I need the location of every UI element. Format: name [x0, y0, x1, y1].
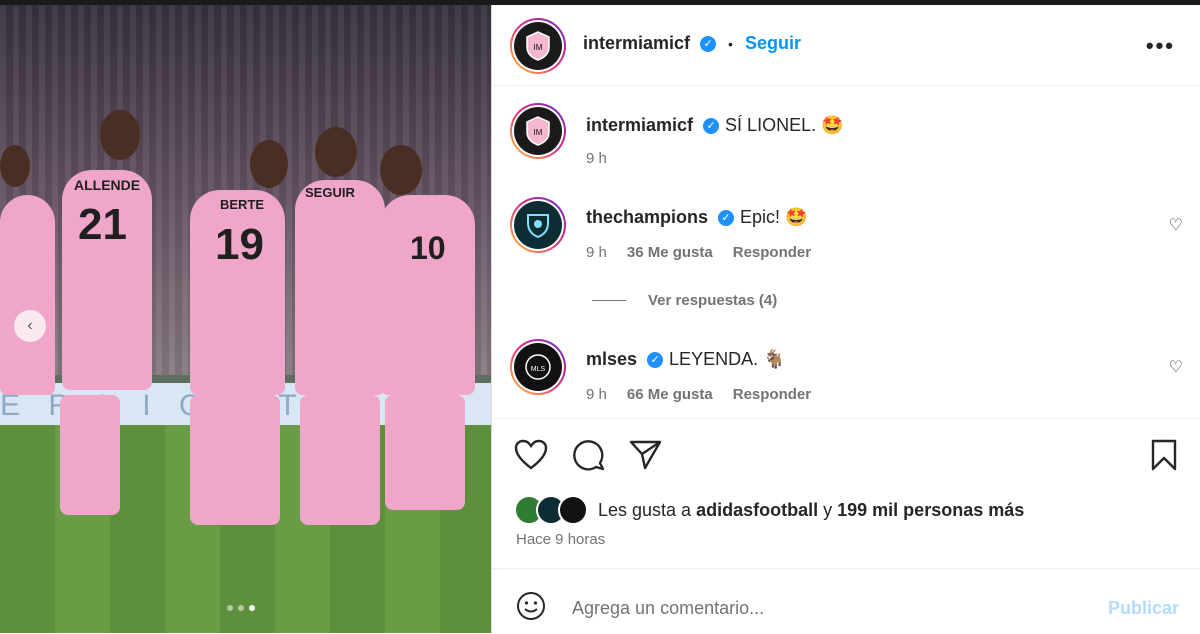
verified-badge-icon: ✓ — [718, 209, 735, 226]
caption-time: 9 h — [586, 150, 607, 167]
avatar[interactable] — [510, 197, 566, 253]
reply-button[interactable]: Responder — [733, 386, 811, 403]
carousel-dots — [227, 605, 255, 611]
more-options-icon[interactable]: ••• — [1146, 33, 1175, 59]
verified-badge-icon: ✓ — [700, 35, 717, 52]
carousel-dot — [227, 605, 233, 611]
comment-time: 9 h — [586, 244, 607, 261]
likes-count[interactable]: 199 mil personas más — [837, 500, 1024, 520]
chevron-left-icon: ‹ — [27, 317, 33, 334]
post-panel: IM intermiamicf ✓ • Seguir ••• IM interm… — [491, 5, 1200, 633]
jersey-name: SEGUIR — [305, 185, 355, 200]
comment-text: Epic! 🤩 — [740, 207, 808, 227]
comment-time: 9 h — [586, 386, 607, 403]
likes-middle: y — [823, 499, 833, 520]
post-media[interactable]: E R L I C H T 21 ALLENDE 19 BERTE SEGUIR… — [0, 5, 491, 633]
comment-text: LEYENDA. 🐐 — [669, 349, 786, 369]
verified-badge-icon: ✓ — [647, 351, 664, 368]
player-legs — [60, 395, 120, 515]
svg-text:MLS: MLS — [531, 366, 546, 373]
champions-logo-icon — [514, 201, 562, 249]
comment-box: Agrega un comentario... Publicar — [492, 568, 1200, 634]
mls-logo-icon: MLS — [514, 343, 562, 391]
verified-badge-icon: ✓ — [703, 117, 720, 134]
caption-username[interactable]: intermiamicf — [586, 115, 693, 136]
comment-heart-icon[interactable]: ♡ — [1169, 215, 1183, 235]
comment-input[interactable]: Agrega un comentario... — [572, 598, 764, 619]
player-legs — [385, 395, 465, 510]
player-head — [100, 110, 140, 160]
jersey-number: 21 — [78, 200, 127, 249]
publish-button[interactable]: Publicar — [1108, 598, 1179, 619]
follow-button[interactable]: Seguir — [745, 33, 801, 54]
likes-row: Les gusta a adidasfootball y 199 mil per… — [514, 495, 1024, 525]
action-bar — [492, 418, 1200, 471]
jersey-name: BERTE — [220, 197, 265, 212]
reply-button[interactable]: Responder — [733, 244, 811, 261]
miami-logo-icon: IM — [514, 22, 562, 70]
svg-text:IM: IM — [534, 128, 543, 137]
header-username[interactable]: intermiamicf — [583, 33, 690, 54]
player-head — [315, 127, 357, 177]
avatar[interactable]: MLS — [510, 339, 566, 395]
player-head — [380, 145, 422, 195]
view-replies-button[interactable]: Ver respuestas (4) — [592, 292, 777, 309]
comment-icon[interactable] — [572, 439, 606, 478]
player-head — [250, 140, 288, 188]
player — [0, 195, 55, 395]
post-header: IM intermiamicf ✓ • Seguir ••• — [492, 5, 1200, 86]
comment-likes[interactable]: 66 Me gusta — [627, 386, 713, 403]
jersey-number: 19 — [215, 220, 264, 269]
carousel-dot — [238, 605, 244, 611]
caption-text: SÍ LIONEL. 🤩 — [725, 115, 844, 135]
svg-text:IM: IM — [534, 43, 543, 52]
post-time: Hace 9 horas — [516, 531, 606, 548]
bookmark-icon[interactable] — [1150, 439, 1178, 478]
carousel-dot-active — [249, 605, 255, 611]
player-legs — [300, 395, 380, 525]
likes-prefix: Les gusta a — [598, 499, 692, 520]
jersey-number: 10 — [410, 230, 446, 266]
carousel-prev-button[interactable]: ‹ — [14, 310, 46, 342]
emoji-icon[interactable] — [516, 591, 546, 628]
likes-user[interactable]: adidasfootball — [696, 500, 818, 520]
avatar[interactable]: IM — [510, 103, 566, 159]
mls-avatar-icon — [558, 495, 588, 525]
player-head — [0, 145, 30, 187]
comment-meta: 9 h 36 Me gusta Responder — [586, 244, 811, 261]
jersey-name: ALLENDE — [74, 177, 141, 193]
separator: • — [728, 35, 733, 52]
comment-username[interactable]: mlses — [586, 349, 637, 370]
divider-line — [592, 300, 626, 301]
heart-icon[interactable] — [514, 439, 548, 478]
player-legs — [190, 395, 280, 525]
likes-text[interactable]: Les gusta a adidasfootball y 199 mil per… — [598, 500, 1024, 521]
player — [295, 180, 385, 395]
miami-logo-icon: IM — [514, 107, 562, 155]
view-replies-label: Ver respuestas (4) — [648, 292, 778, 309]
comment-username[interactable]: thechampions — [586, 207, 708, 228]
player — [380, 195, 475, 395]
comment-meta: 9 h 66 Me gusta Responder — [586, 386, 811, 403]
comment-likes[interactable]: 36 Me gusta — [627, 244, 713, 261]
comment-heart-icon[interactable]: ♡ — [1169, 357, 1183, 377]
avatar[interactable]: IM — [510, 18, 566, 74]
share-icon[interactable] — [629, 439, 663, 478]
